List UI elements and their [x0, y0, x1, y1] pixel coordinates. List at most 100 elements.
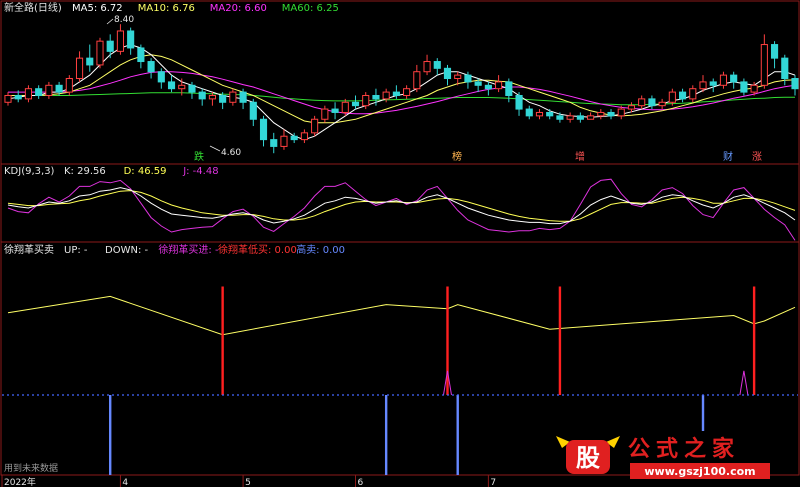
- candle-body: [668, 91, 676, 103]
- watermark-title: 公式之家: [628, 436, 740, 462]
- x-tick-label: 5: [245, 478, 251, 487]
- candle-body: [341, 101, 349, 113]
- event-tag: 跌: [194, 150, 204, 163]
- candle-body: [219, 94, 227, 103]
- candle-body: [259, 118, 268, 141]
- indicator-legend-item-0: UP: -: [64, 245, 88, 256]
- indicator-legend-item-4: 高卖: 0.00: [296, 243, 345, 256]
- candle-body: [627, 105, 636, 110]
- candle-body: [423, 61, 431, 73]
- candle-body: [760, 44, 768, 86]
- candle-body: [116, 30, 124, 52]
- candle-body: [607, 111, 615, 117]
- candle-body: [4, 94, 12, 103]
- candle-body: [740, 81, 748, 93]
- x-tick-label: 4: [122, 478, 128, 487]
- candle-body: [270, 139, 278, 147]
- candle-body: [14, 94, 22, 100]
- candle-body: [86, 57, 94, 66]
- candle-body: [24, 88, 33, 100]
- indicator-legend-item-2: 徐翔革买进: -: [158, 243, 219, 256]
- kdj-legend-item-2: J: -4.48: [182, 166, 218, 177]
- candle-body: [413, 71, 421, 90]
- candle-body: [127, 30, 135, 49]
- candle-body: [55, 84, 63, 93]
- candle-body: [566, 115, 574, 120]
- x-tick-label: 7: [490, 478, 496, 487]
- candle-body: [515, 94, 523, 110]
- price-legend-item-2: MA20: 6.60: [210, 3, 267, 14]
- kdj-title: KDJ(9,3,3): [4, 166, 55, 177]
- candle-body: [638, 98, 646, 107]
- event-tag: 增: [575, 150, 585, 163]
- watermark: 股 公式之家 www.gszj100.com: [556, 436, 770, 479]
- kdj-legend-item-1: D: 46.59: [124, 166, 167, 177]
- candle-body: [351, 101, 360, 107]
- x-tick-label: 2022年: [4, 476, 36, 487]
- indicator-legend-item-3: 徐翔革低买: 0.00: [218, 243, 297, 256]
- candle-body: [464, 74, 472, 83]
- candle-body: [689, 88, 697, 100]
- price-legend-item-3: MA60: 6.25: [282, 3, 339, 14]
- candle-body: [719, 74, 728, 86]
- candle-body: [505, 81, 513, 96]
- indicator-title: 徐翔革买卖: [4, 243, 54, 256]
- candle-body: [321, 108, 329, 120]
- candle-body: [730, 74, 738, 83]
- candle-body: [556, 115, 564, 120]
- indicator-legend-item-1: DOWN: -: [105, 245, 148, 256]
- candle-body: [137, 47, 145, 63]
- future-data-note: 用到未来数据: [4, 462, 58, 474]
- candle-body: [106, 40, 114, 52]
- candle-body: [239, 91, 247, 103]
- candle-body: [709, 81, 717, 86]
- high-price-label: 8.40: [114, 15, 134, 25]
- candle-body: [65, 78, 73, 93]
- watermark-logo-char: 股: [576, 444, 600, 472]
- candle-body: [229, 91, 237, 103]
- candle-body: [781, 57, 789, 80]
- candle-body: [147, 61, 155, 73]
- candle-body: [35, 88, 43, 96]
- candle-body: [658, 101, 666, 107]
- event-tag: 榜: [452, 150, 462, 163]
- stock-chart-canvas: 新全路(日线) MA5: 6.72 MA10: 6.76 MA20: 6.60 MA6…: [0, 0, 800, 487]
- candle-body: [290, 135, 298, 141]
- candle-body: [392, 91, 400, 96]
- candle-body: [382, 91, 390, 100]
- candle-body: [648, 98, 656, 107]
- candle-body: [96, 40, 104, 66]
- candle-body: [699, 81, 707, 90]
- candle-body: [454, 74, 462, 80]
- x-tick-label: 6: [358, 478, 364, 487]
- candle-body: [362, 94, 370, 107]
- kdj-legend: K: 29.56 D: 46.59 J: -4.48: [64, 166, 219, 177]
- candle-body: [474, 81, 482, 86]
- candle-body: [403, 88, 411, 96]
- candle-body: [443, 67, 452, 80]
- watermark-url: www.gszj100.com: [644, 465, 755, 478]
- candle-body: [750, 84, 758, 93]
- candle-body: [791, 78, 799, 90]
- candle-body: [770, 44, 779, 59]
- candle-body: [208, 94, 216, 100]
- stock-name: 新全路(日线): [4, 1, 62, 14]
- candle-body: [546, 111, 554, 117]
- candle-body: [311, 118, 319, 134]
- event-tag: 财: [723, 150, 733, 163]
- candle-body: [484, 84, 492, 90]
- indicator-legend: UP: - DOWN: - 徐翔革买进: - 徐翔革低买: 0.00 高卖: 0.00: [64, 243, 345, 256]
- candle-body: [188, 84, 196, 93]
- price-legend-item-1: MA10: 6.76: [138, 3, 195, 14]
- candle-body: [280, 135, 288, 147]
- candle-body: [249, 101, 257, 120]
- price-legend-item-0: MA5: 6.72: [72, 3, 123, 14]
- candle-body: [75, 57, 84, 80]
- candle-body: [198, 91, 206, 100]
- event-tag: 涨: [752, 151, 762, 163]
- candle-body: [525, 108, 533, 117]
- candle-body: [157, 71, 165, 83]
- candle-body: [433, 61, 441, 69]
- candle-body: [45, 84, 53, 96]
- candle-body: [372, 94, 380, 100]
